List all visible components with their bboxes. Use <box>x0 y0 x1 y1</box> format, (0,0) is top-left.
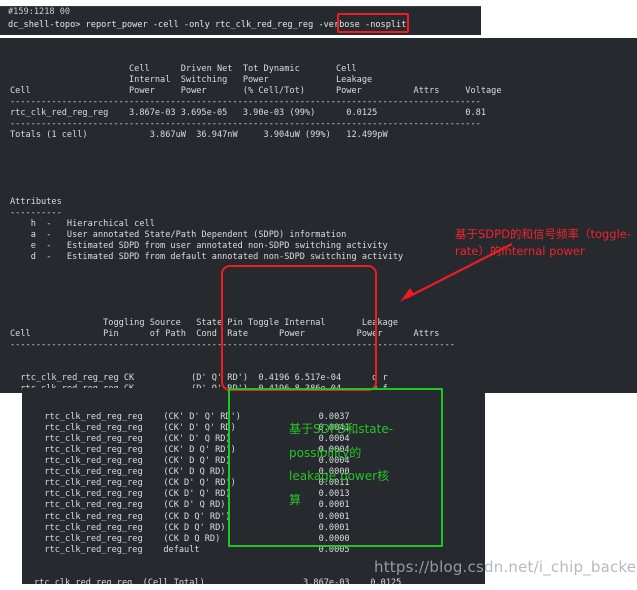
summary-table: Cell Driven Net Tot Dynamic Cell Interna… <box>10 64 502 141</box>
command-text-after-flag: -nosplit <box>359 20 407 30</box>
verbose-flag: -verbose <box>318 20 360 30</box>
command-bar-terminal[interactable]: #159:1218 00 dc_shell-topo> report_power… <box>0 6 481 35</box>
command-line: dc_shell-topo> report_power -cell -only … <box>8 20 406 31</box>
main-report-terminal[interactable]: Cell Driven Net Tot Dynamic Cell Interna… <box>0 38 637 393</box>
command-text-before-flag: report_power -cell -only rtc_clk_red_reg… <box>85 20 319 30</box>
detail-table-header: Toggling Source State Pin Toggle Interna… <box>10 318 455 351</box>
cell-total-line: rtc_clk_red_reg_reg (Cell Total) 3.867e-… <box>34 577 402 584</box>
shell-prompt: dc_shell-topo> <box>8 20 86 30</box>
annotation-internal-power: 基于SDPD的和信号频率（toggle-rate）的internal power <box>455 227 632 258</box>
screenshot-root: #159:1218 00 dc_shell-topo> report_power… <box>0 0 637 590</box>
leakage-report-terminal[interactable]: rtc_clk_red_reg_reg (CK' D' Q' RD') 0.00… <box>22 388 485 584</box>
clipped-scrollback-line: #159:1218 00 <box>8 7 71 17</box>
annotation-leakage-power: 基于SDPD和state-possibility的leakage power核算 <box>289 422 394 507</box>
